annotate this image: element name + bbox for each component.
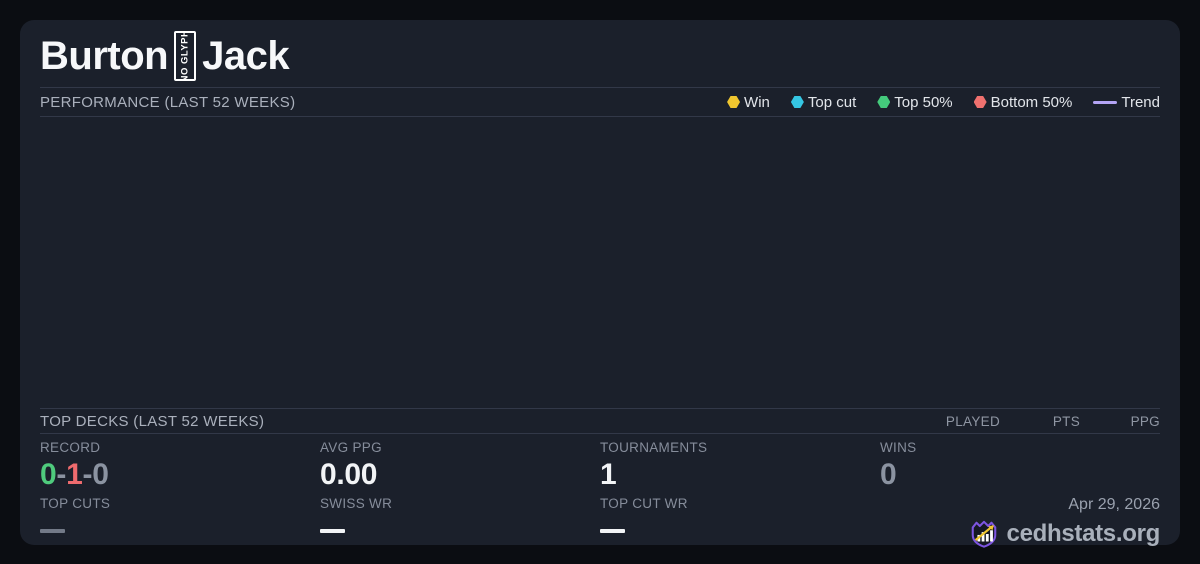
record-losses: 1	[66, 458, 83, 491]
legend-item-trend: Trend	[1093, 94, 1160, 111]
record-wins: 0	[40, 458, 57, 491]
win-dot-icon	[727, 96, 741, 108]
top-cuts-empty-value-dash	[40, 529, 65, 533]
brand-name: cedhstats.org	[1006, 520, 1161, 547]
legend-label: Trend	[1121, 93, 1160, 111]
performance-chart	[40, 117, 1160, 407]
tournaments-stat: TOURNAMENTS 1	[600, 440, 880, 496]
tournaments-label: TOURNAMENTS	[600, 440, 708, 455]
avg-ppg-value: 0.00	[320, 458, 378, 491]
generated-date: Apr 29, 2026	[1068, 496, 1160, 513]
legend-item-top-cut: Top cut	[790, 93, 857, 111]
swiss-wr-stat: SWISS WR	[320, 496, 600, 549]
top-50-dot-icon	[877, 96, 891, 108]
swiss-wr-empty-value-dash	[320, 529, 345, 533]
legend-label: Top cut	[807, 93, 857, 111]
top-cut-wr-stat: TOP CUT WR	[600, 496, 880, 549]
wins-value: 0	[880, 458, 897, 491]
player-name-first: Burton	[40, 34, 169, 78]
divider-below-top-decks	[40, 433, 1160, 434]
legend-label: Win	[744, 93, 770, 111]
brand: cedhstats.org	[880, 519, 1160, 549]
record-stat: RECORD 0-1-0	[40, 440, 320, 496]
wins-stat: WINS 0	[880, 440, 1160, 496]
top-decks-column-headers: PLAYED PTS PPG	[920, 414, 1160, 429]
legend-label: Bottom 50%	[990, 93, 1073, 111]
cedhstats-shield-logo-icon	[971, 520, 996, 548]
missing-glyph-label: NO GLYPH	[179, 31, 191, 81]
avg-ppg-stat: AVG PPG 0.00	[320, 440, 600, 496]
player-name-last: Jack	[202, 34, 290, 78]
record-separator: -	[82, 458, 93, 491]
top-decks-heading: TOP DECKS (LAST 52 WEEKS)	[40, 412, 265, 430]
trend-line-icon	[1093, 100, 1118, 104]
legend-item-win: Win	[727, 94, 770, 111]
performance-heading: PERFORMANCE (LAST 52 WEEKS)	[40, 93, 296, 111]
bottom-50-dot-icon	[973, 96, 987, 108]
legend-label: Top 50%	[894, 93, 953, 111]
card-footer: Apr 29, 2026 cedhstats.org	[880, 496, 1160, 549]
stats-summary: RECORD 0-1-0 AVG PPG 0.00 TOURNAMENTS 1 …	[40, 440, 1160, 549]
player-stats-card: Burton NO GLYPH Jack PERFORMANCE (LAST 5…	[20, 20, 1180, 548]
top-cut-wr-label: TOP CUT WR	[600, 496, 688, 511]
tournaments-value: 1	[600, 458, 617, 491]
top-decks-header-row: TOP DECKS (LAST 52 WEEKS) PLAYED PTS PPG	[40, 409, 1160, 433]
performance-header-row: PERFORMANCE (LAST 52 WEEKS) Win Top cut …	[40, 88, 1160, 116]
top-cuts-label: TOP CUTS	[40, 496, 111, 511]
legend-item-bottom-50: Bottom 50%	[973, 93, 1073, 111]
record-label: RECORD	[40, 440, 101, 455]
column-header-pts: PTS	[1052, 413, 1080, 429]
page-title: Burton NO GLYPH Jack	[40, 28, 290, 84]
top-cuts-stat: TOP CUTS	[40, 496, 320, 549]
legend-item-top-50: Top 50%	[877, 93, 953, 111]
column-header-played: PLAYED	[945, 413, 1000, 429]
record-separator: -	[56, 458, 67, 491]
record-value: 0-1-0	[40, 458, 320, 493]
record-draws: 0	[92, 458, 109, 491]
top-cut-wr-empty-value-dash	[600, 529, 625, 533]
swiss-wr-label: SWISS WR	[320, 496, 393, 511]
top-cut-dot-icon	[790, 96, 804, 108]
missing-glyph-box: NO GLYPH	[174, 31, 197, 81]
chart-legend: Win Top cut Top 50% Bottom 50% Trend	[727, 94, 1160, 111]
avg-ppg-label: AVG PPG	[320, 440, 382, 455]
column-header-ppg: PPG	[1130, 413, 1160, 429]
wins-label: WINS	[880, 440, 917, 455]
